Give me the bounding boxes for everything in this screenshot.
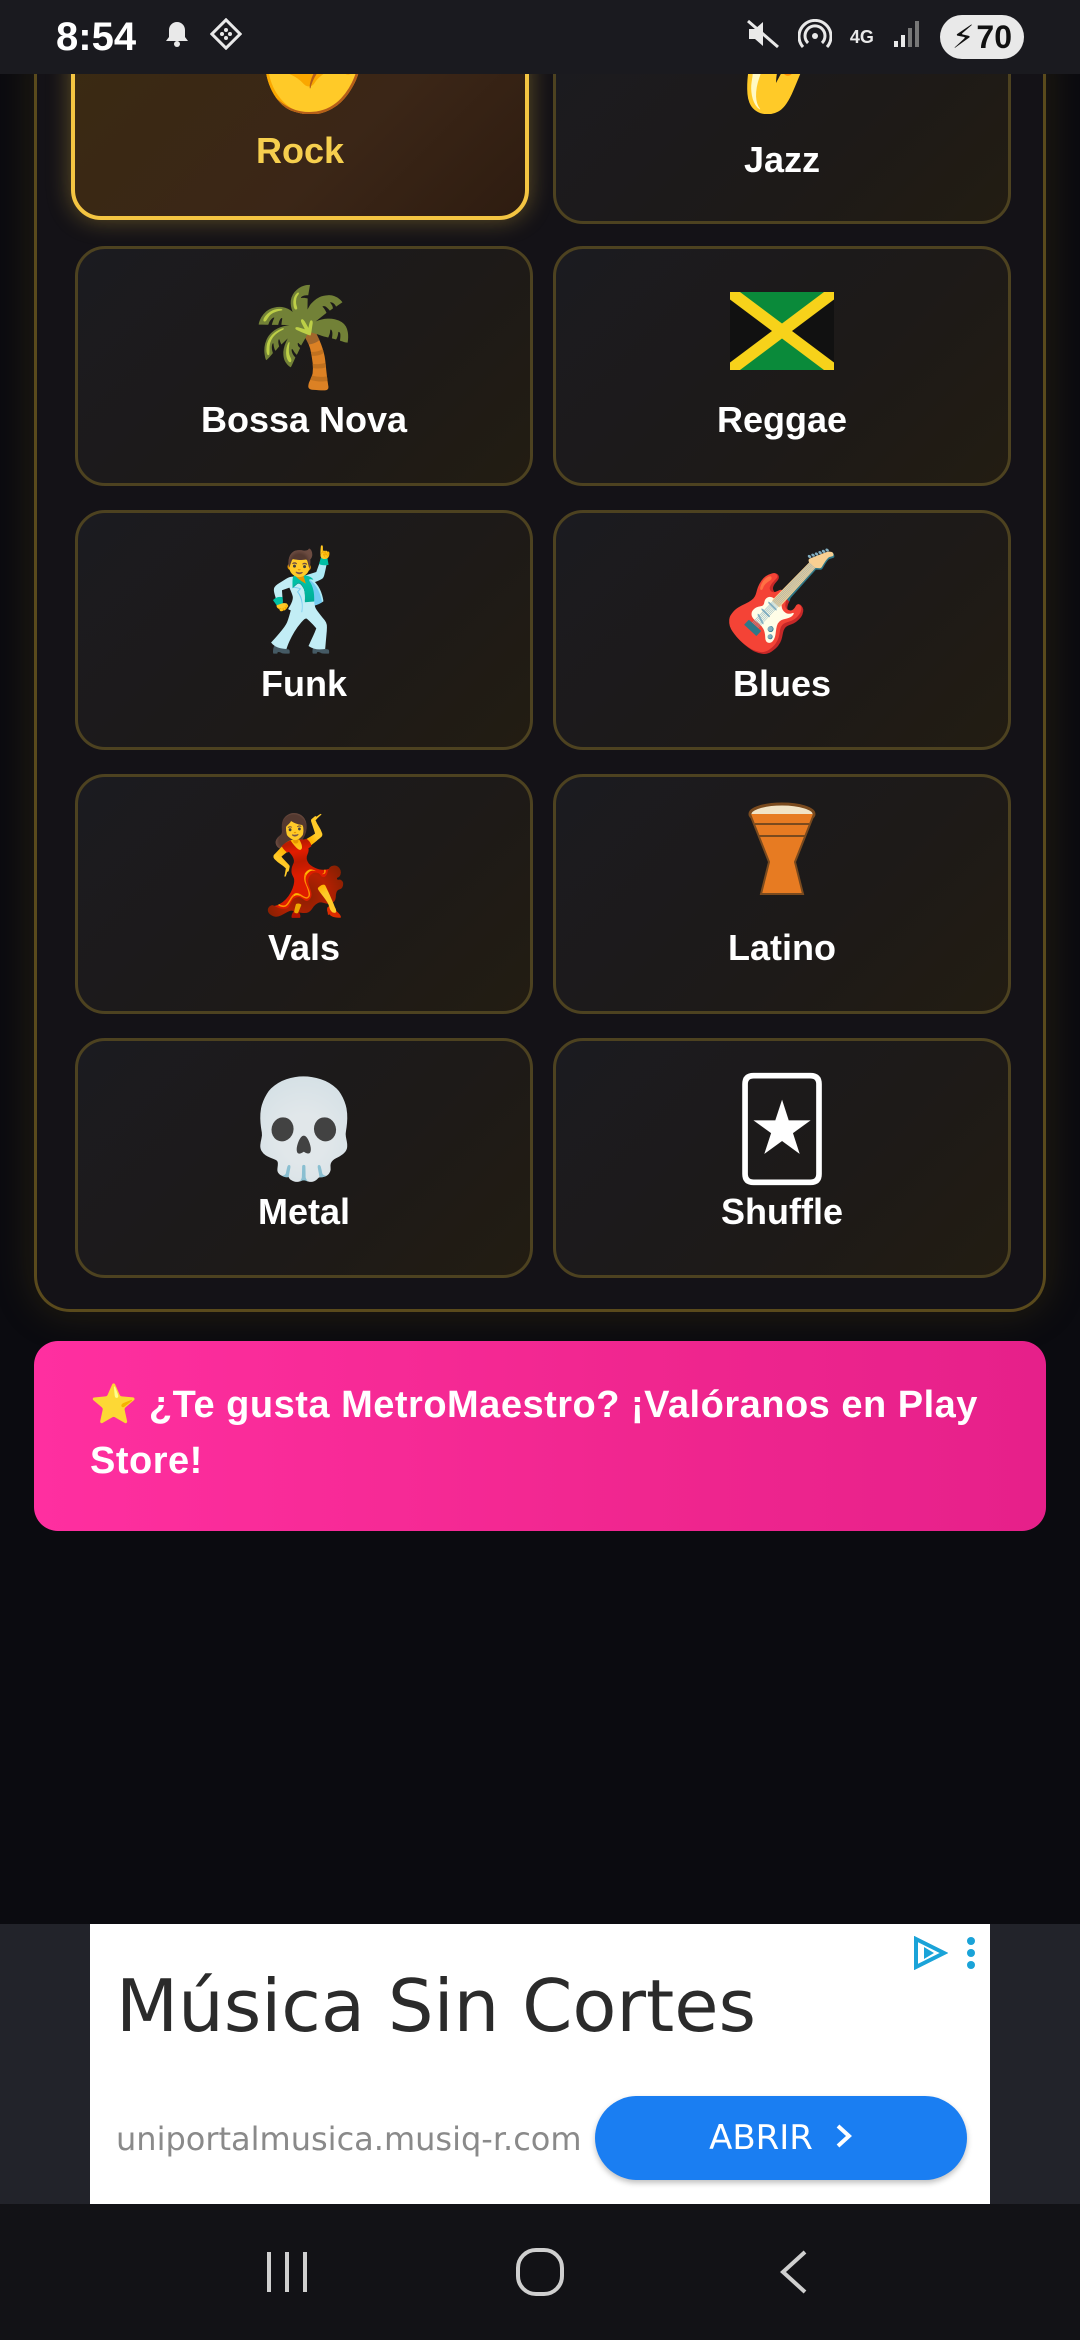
genre-label: Shuffle [721, 1191, 843, 1232]
mute-icon [746, 19, 780, 55]
genre-label: Jazz [743, 139, 821, 180]
ad-strip: Música Sin Cortes uniportalmusica.musiq-… [0, 1924, 1080, 2204]
battery-indicator: ⚡ 70 [939, 15, 1024, 59]
ad-choices-icon[interactable] [912, 1935, 949, 1975]
app-screen: 8:54 4G ⚡ 70 Rock Jazz 🌴 Bossa Nova Regg… [0, 0, 1080, 2340]
star-icon: ⭐ [90, 1384, 138, 1426]
genre-label: Rock [255, 130, 345, 171]
genre-label: Bossa Nova [200, 399, 408, 440]
network-type: 4G [849, 27, 874, 47]
genre-card-reggae[interactable]: Reggae [553, 246, 1011, 486]
hotspot-icon [797, 18, 833, 55]
system-nav-bar [0, 2204, 1080, 2340]
genre-card-vals[interactable]: 💃 Vals [75, 774, 533, 1014]
palm-tree-icon: 🌴 [244, 281, 364, 393]
ad-open-button[interactable]: ABRIR [595, 2096, 967, 2180]
chevron-right-icon [835, 2118, 853, 2158]
guitar-icon: 🎸 [722, 545, 842, 657]
ad-title: Música Sin Cortes [116, 1964, 757, 2048]
back-button[interactable] [753, 2232, 833, 2312]
jamaica-flag-icon [726, 287, 838, 385]
genre-label: Latino [728, 927, 836, 968]
genre-card-shuffle[interactable]: 🃏 Shuffle [553, 1038, 1011, 1278]
genre-card-latino[interactable]: Latino [553, 774, 1011, 1014]
genre-card-blues[interactable]: 🎸 Blues [553, 510, 1011, 750]
rate-app-text: ⭐ ¿Te gusta MetroMaestro? ¡Valóranos en … [90, 1377, 990, 1489]
genre-label: Metal [257, 1191, 351, 1232]
recent-apps-button[interactable] [247, 2232, 327, 2312]
signal-icon [892, 19, 922, 55]
app-grid-icon [209, 17, 243, 56]
ad-open-label: ABRIR [709, 2118, 813, 2158]
battery-charging-icon: ⚡ [951, 19, 975, 55]
bell-icon [164, 20, 190, 54]
drum-icon [747, 802, 817, 913]
rate-app-message: ¿Te gusta MetroMaestro? ¡Valóranos en Pl… [90, 1384, 978, 1482]
rate-app-banner[interactable]: ⭐ ¿Te gusta MetroMaestro? ¡Valóranos en … [34, 1341, 1046, 1531]
ad-url: uniportalmusica.musiq-r.com [116, 2120, 582, 2158]
ad-banner[interactable]: Música Sin Cortes uniportalmusica.musiq-… [90, 1924, 990, 2204]
disco-dancer-icon: 🕺 [244, 545, 364, 657]
status-right-icons: 4G ⚡ 70 [746, 15, 1024, 59]
status-left-icons [164, 17, 243, 56]
genre-label: Vals [267, 927, 341, 968]
genre-label: Funk [261, 663, 347, 704]
joker-card-icon: 🃏 [732, 1073, 832, 1185]
skull-icon: 💀 [244, 1073, 364, 1185]
genre-panel: Rock Jazz 🌴 Bossa Nova Reggae 🕺 Funk 🎸 B… [34, 34, 1046, 1312]
genre-label: Blues [732, 663, 832, 704]
battery-level: 70 [976, 18, 1012, 55]
woman-dancing-icon: 💃 [244, 809, 364, 921]
genre-card-funk[interactable]: 🕺 Funk [75, 510, 533, 750]
home-button[interactable] [500, 2232, 580, 2312]
genre-label: Reggae [716, 399, 848, 440]
genre-card-metal[interactable]: 💀 Metal [75, 1038, 533, 1278]
genre-card-bossa-nova[interactable]: 🌴 Bossa Nova [75, 246, 533, 486]
status-time: 8:54 [56, 14, 137, 59]
status-bar: 8:54 4G ⚡ 70 [0, 0, 1080, 74]
ad-menu-icon[interactable] [966, 1936, 976, 1975]
